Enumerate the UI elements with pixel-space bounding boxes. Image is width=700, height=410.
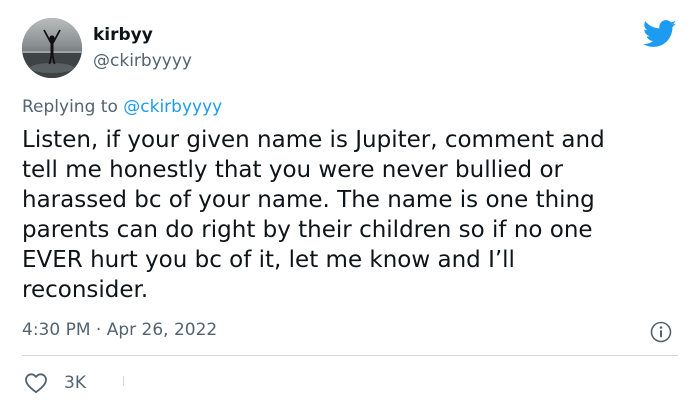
action-divider <box>123 376 124 386</box>
avatar-image <box>22 18 82 78</box>
divider <box>22 355 678 356</box>
tweet-timestamp[interactable]: 4:30 PM · Apr 26, 2022 <box>22 319 217 341</box>
twitter-bird-icon[interactable] <box>643 20 677 48</box>
reply-prefix: Replying to <box>22 97 124 117</box>
author-display-name[interactable]: kirbyy <box>93 24 153 46</box>
author-handle[interactable]: @ckirbyyyy <box>93 50 192 72</box>
tweet-text: Listen, if your given name is Jupiter, c… <box>22 127 605 303</box>
avatar[interactable] <box>22 18 82 78</box>
reply-context: Replying to @ckirbyyyy <box>22 96 222 118</box>
like-count[interactable]: 3K <box>64 372 86 394</box>
info-icon[interactable] <box>650 321 672 343</box>
reply-mention-link[interactable]: @ckirbyyyy <box>123 97 222 117</box>
heart-icon[interactable] <box>24 372 48 394</box>
